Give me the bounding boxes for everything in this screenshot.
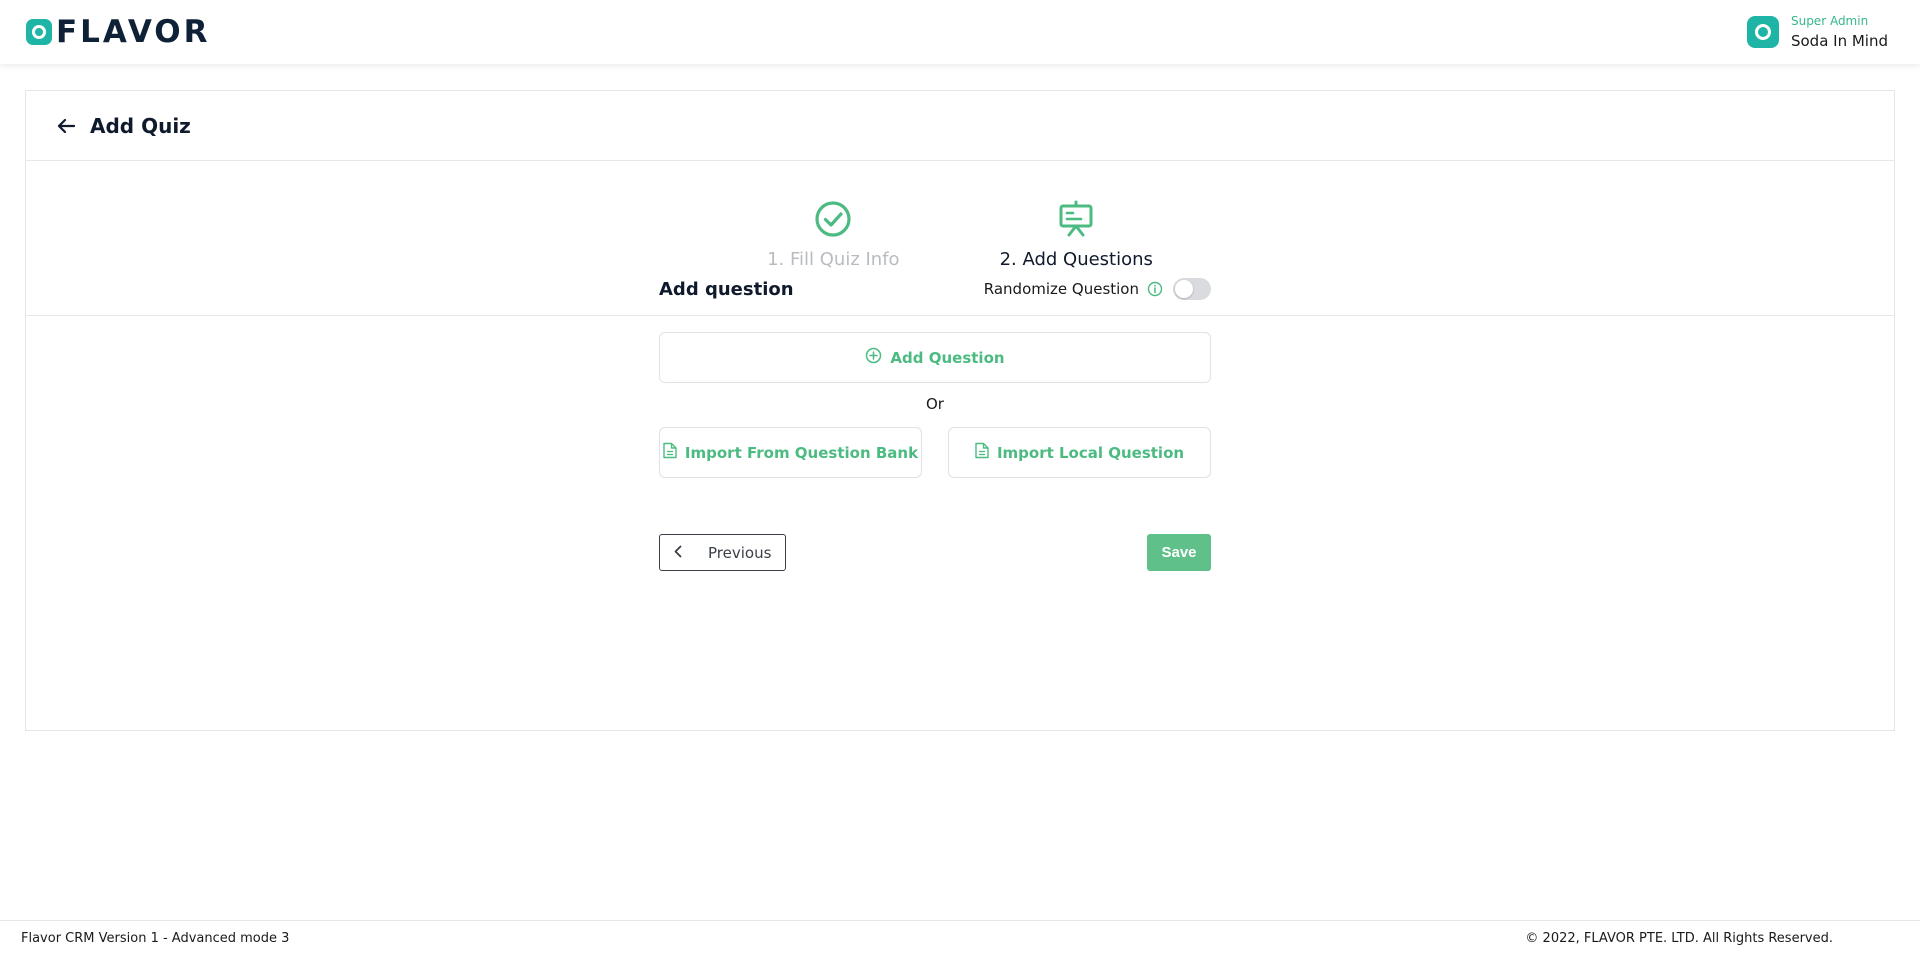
user-role: Super Admin	[1790, 14, 1869, 28]
save-button[interactable]: Save	[1147, 534, 1211, 571]
avatar	[1746, 16, 1779, 48]
import-local-question-button[interactable]: Import Local Question	[948, 427, 1211, 478]
plus-circle-icon	[865, 347, 882, 368]
document-icon	[663, 442, 677, 463]
footer-copyright: © 2022, FLAVOR PTE. LTD. All Rights Rese…	[1525, 930, 1833, 946]
user-info: Super Admin Soda In Mind	[1791, 13, 1888, 51]
randomize-toggle[interactable]	[1173, 278, 1211, 300]
import-bank-label: Import From Question Bank	[684, 443, 919, 462]
top-header: FLAVOR Super Admin Soda In Mind	[0, 0, 1920, 64]
import-options: Import From Question Bank Import Local Q…	[659, 427, 1211, 478]
previous-label: Previous	[708, 543, 772, 562]
user-profile[interactable]: Super Admin Soda In Mind	[1746, 13, 1888, 51]
document-icon	[975, 442, 989, 463]
add-question-label: Add Question	[890, 348, 1005, 367]
chevron-left-icon	[674, 544, 682, 562]
info-icon[interactable]	[1147, 281, 1163, 297]
randomize-label: Randomize Question	[983, 280, 1139, 298]
form-actions: Previous Save	[659, 534, 1211, 571]
logo-text: FLAVOR	[56, 14, 211, 50]
randomize-control: Randomize Question	[984, 278, 1211, 300]
check-circle-icon	[813, 199, 853, 239]
user-name: Soda In Mind	[1790, 32, 1888, 50]
question-section: Add question Randomize Question Add Ques…	[659, 276, 1211, 571]
logo-mark-icon	[26, 19, 52, 45]
previous-button[interactable]: Previous	[659, 534, 786, 571]
or-divider-text: Or	[926, 395, 944, 413]
step-fill-quiz-info[interactable]: 1. Fill Quiz Info	[767, 199, 900, 270]
footer-version: Flavor CRM Version 1 - Advanced mode 3	[21, 930, 290, 946]
card-header: Add Quiz	[26, 91, 1894, 161]
toggle-knob	[1175, 280, 1193, 298]
brand-logo[interactable]: FLAVOR	[26, 14, 211, 50]
step-add-questions[interactable]: 2. Add Questions	[1000, 199, 1153, 270]
import-local-label: Import Local Question	[996, 443, 1185, 462]
step-label: 2. Add Questions	[999, 249, 1153, 270]
presentation-board-icon	[1056, 199, 1096, 239]
page-title: Add Quiz	[90, 113, 191, 138]
add-question-button[interactable]: Add Question	[659, 332, 1211, 383]
section-title: Add question	[659, 278, 794, 300]
back-arrow-icon[interactable]	[56, 116, 76, 136]
page-footer: Flavor CRM Version 1 - Advanced mode 3 ©…	[0, 920, 1920, 955]
question-section-header: Add question Randomize Question	[659, 276, 1211, 302]
import-from-question-bank-button[interactable]: Import From Question Bank	[659, 427, 922, 478]
step-label: 1. Fill Quiz Info	[767, 249, 900, 270]
